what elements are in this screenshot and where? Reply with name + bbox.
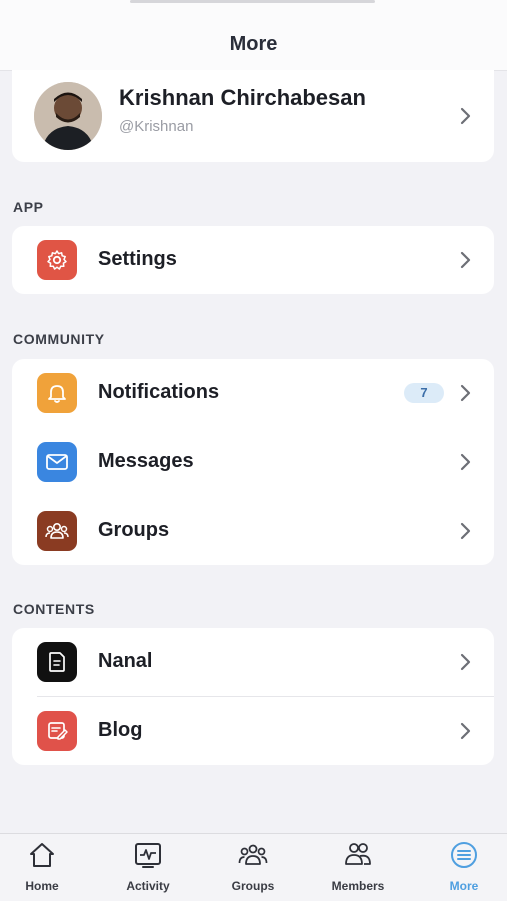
mail-icon: [37, 442, 77, 482]
tab-members[interactable]: Members: [313, 840, 403, 893]
tab-label: Home: [25, 879, 59, 893]
chevron-right-icon: [460, 522, 471, 540]
tab-activity[interactable]: Activity: [103, 840, 193, 893]
menu-item-nanal[interactable]: Nanal: [12, 628, 494, 696]
blog-icon: [37, 711, 77, 751]
menu-item-label: Messages: [98, 450, 194, 472]
community-card: Notifications 7 Messages Groups: [12, 359, 494, 565]
profile-card[interactable]: Krishnan Chirchabesan @Krishnan: [12, 70, 494, 162]
chevron-right-icon: [460, 384, 471, 402]
tab-more[interactable]: More: [419, 840, 507, 893]
menu-item-label: Settings: [98, 248, 177, 270]
menu-item-blog[interactable]: Blog: [12, 697, 494, 765]
menu-item-messages[interactable]: Messages: [12, 428, 494, 496]
menu-item-groups[interactable]: Groups: [12, 497, 494, 565]
menu-item-label: Nanal: [98, 650, 153, 672]
tab-home[interactable]: Home: [0, 840, 87, 893]
home-icon: [30, 843, 54, 867]
chevron-right-icon: [460, 251, 471, 269]
menu-item-label: Notifications: [98, 381, 220, 403]
menu-item-label: Groups: [98, 519, 170, 541]
contents-card: Nanal Blog: [12, 628, 494, 765]
notification-count-badge: 7: [404, 383, 444, 403]
section-label-app: APP: [13, 199, 44, 215]
bell-icon: [37, 373, 77, 413]
section-label-community: COMMUNITY: [13, 331, 105, 347]
groups-icon: [37, 511, 77, 551]
profile-name: Krishnan Chirchabesan: [119, 85, 366, 110]
section-label-contents: CONTENTS: [13, 601, 95, 617]
bottom-tab-bar: Home Activity Groups Members More: [0, 833, 507, 901]
chevron-right-icon: [460, 722, 471, 740]
profile-handle: @Krishnan: [119, 118, 194, 135]
gear-icon: [37, 240, 77, 280]
activity-icon: [135, 843, 161, 868]
members-icon: [345, 843, 371, 865]
menu-item-label: Blog: [98, 719, 143, 741]
chevron-right-icon: [460, 107, 471, 125]
tab-groups[interactable]: Groups: [208, 840, 298, 893]
tab-label: Members: [331, 879, 385, 893]
tab-label: More: [449, 879, 479, 893]
app-card: Settings: [12, 226, 494, 294]
document-icon: [37, 642, 77, 682]
chevron-right-icon: [460, 453, 471, 471]
top-bar: More: [0, 0, 507, 71]
page-title: More: [229, 33, 278, 55]
menu-icon: [451, 842, 477, 868]
menu-item-settings[interactable]: Settings: [12, 226, 494, 294]
avatar: [34, 82, 102, 150]
tab-label: Groups: [231, 879, 275, 893]
drag-handle: [130, 0, 375, 3]
chevron-right-icon: [460, 653, 471, 671]
groups-icon: [238, 844, 268, 865]
menu-item-notifications[interactable]: Notifications 7: [12, 359, 494, 427]
tab-label: Activity: [126, 879, 170, 893]
